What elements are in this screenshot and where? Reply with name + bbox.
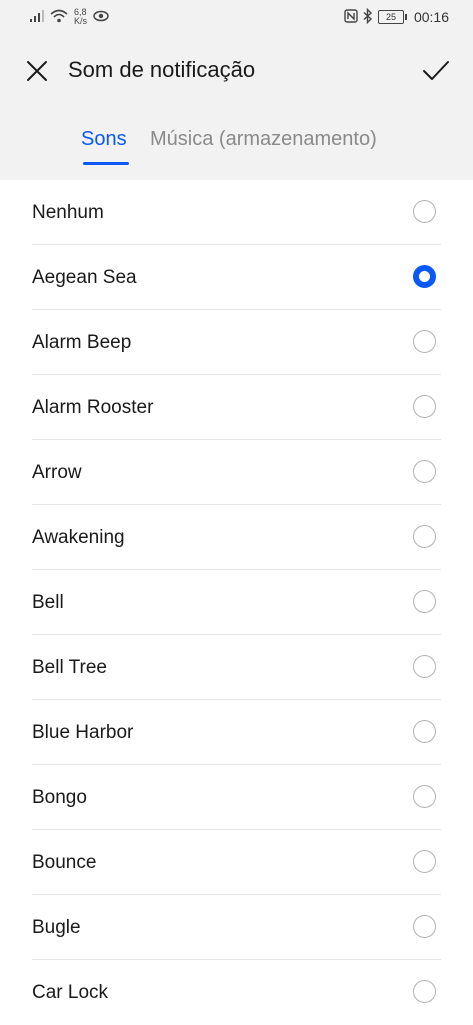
clock: 00:16 bbox=[413, 9, 449, 25]
radio-button[interactable] bbox=[413, 785, 436, 808]
sound-item-label: Bounce bbox=[32, 852, 97, 873]
sound-item-label: Awakening bbox=[32, 527, 125, 548]
radio-button[interactable] bbox=[413, 590, 436, 613]
sound-item[interactable]: Car Lock bbox=[0, 960, 473, 1025]
sound-item[interactable]: Awakening bbox=[0, 505, 473, 570]
sound-item[interactable]: Nenhum bbox=[0, 180, 473, 245]
signal-icon bbox=[30, 9, 46, 25]
sound-item[interactable]: Bongo bbox=[0, 765, 473, 830]
radio-button[interactable] bbox=[413, 460, 436, 483]
network-speed: 6,8 K/s bbox=[74, 8, 87, 26]
status-right: 25 00:16 bbox=[344, 6, 449, 28]
radio-button[interactable] bbox=[413, 525, 436, 548]
radio-button[interactable] bbox=[413, 980, 436, 1003]
sound-item[interactable]: Bell Tree bbox=[0, 635, 473, 700]
sound-item-label: Bell bbox=[32, 592, 64, 613]
sound-list: Nenhum Aegean Sea Alarm Beep Alarm Roost… bbox=[0, 180, 473, 1025]
sound-item[interactable]: Bell bbox=[0, 570, 473, 635]
sound-item[interactable]: Bounce bbox=[0, 830, 473, 895]
sound-item-label: Bugle bbox=[32, 917, 81, 938]
sound-item-label: Car Lock bbox=[32, 982, 109, 1003]
tab-musica-armazenamento[interactable]: Música (armazenamento) bbox=[150, 128, 377, 151]
sound-item-label: Nenhum bbox=[32, 202, 104, 223]
sound-item-label: Bongo bbox=[32, 787, 87, 808]
radio-button[interactable] bbox=[413, 265, 436, 288]
sound-item[interactable]: Bugle bbox=[0, 895, 473, 960]
wifi-icon bbox=[50, 9, 68, 26]
sound-item[interactable]: Alarm Rooster bbox=[0, 375, 473, 440]
tab-sons[interactable]: Sons bbox=[81, 128, 127, 151]
page-title: Som de notificação bbox=[68, 57, 256, 82]
status-bar: 6,8 K/s 25 00:16 bbox=[0, 0, 473, 34]
battery-icon: 25 bbox=[377, 10, 407, 24]
close-button[interactable] bbox=[18, 52, 56, 90]
sound-item[interactable]: Alarm Beep bbox=[0, 310, 473, 375]
confirm-button[interactable] bbox=[415, 52, 457, 90]
bluetooth-icon bbox=[362, 7, 374, 27]
sound-item-label: Bell Tree bbox=[32, 657, 107, 678]
status-left: 6,8 K/s bbox=[30, 6, 109, 28]
battery-level: 25 bbox=[385, 12, 396, 22]
sound-item[interactable]: Blue Harbor bbox=[0, 700, 473, 765]
radio-button[interactable] bbox=[413, 395, 436, 418]
radio-button[interactable] bbox=[413, 915, 436, 938]
eye-icon bbox=[93, 10, 109, 25]
close-icon bbox=[27, 61, 47, 81]
nfc-icon bbox=[344, 8, 358, 26]
sound-item[interactable]: Arrow bbox=[0, 440, 473, 505]
radio-button[interactable] bbox=[413, 850, 436, 873]
radio-button[interactable] bbox=[413, 200, 436, 223]
sound-item[interactable]: Aegean Sea bbox=[0, 245, 473, 310]
sound-item-label: Alarm Beep bbox=[32, 332, 132, 353]
sound-item-label: Arrow bbox=[32, 462, 82, 483]
check-icon bbox=[423, 61, 449, 80]
active-tab-indicator bbox=[83, 162, 129, 165]
network-speed-unit: K/s bbox=[74, 16, 88, 26]
title-bar: Som de notificação bbox=[0, 40, 473, 102]
radio-button[interactable] bbox=[413, 330, 436, 353]
sound-item-label: Blue Harbor bbox=[32, 722, 134, 743]
radio-button[interactable] bbox=[413, 655, 436, 678]
tab-bar: Sons Música (armazenamento) bbox=[0, 128, 473, 168]
sound-item-label: Alarm Rooster bbox=[32, 397, 154, 418]
sound-item-label: Aegean Sea bbox=[32, 267, 137, 288]
radio-button[interactable] bbox=[413, 720, 436, 743]
